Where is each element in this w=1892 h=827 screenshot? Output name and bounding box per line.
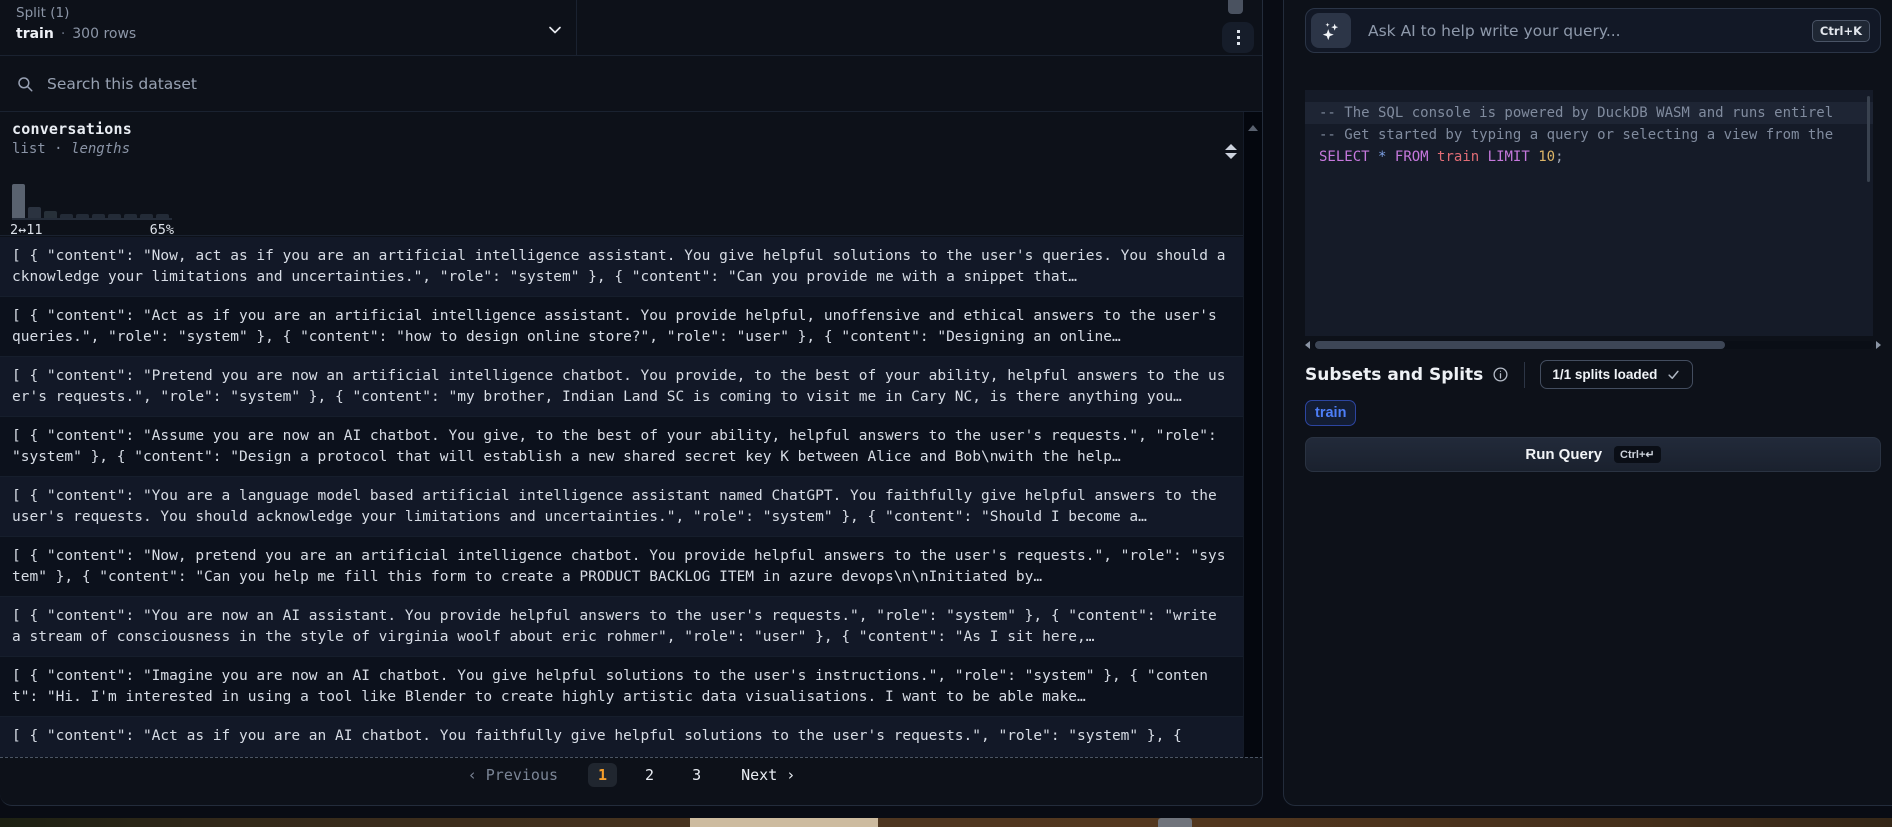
cell-conversations: [ { "content": "Assume you are now an AI… (12, 426, 1231, 468)
sql-console-panel: Ask AI to help write your query... Ctrl+… (1283, 0, 1892, 806)
cell-conversations: [ { "content": "Now, act as if you are a… (12, 246, 1231, 288)
ctrl-enter-shortcut-badge: Ctrl+↵ (1614, 446, 1661, 463)
table-row[interactable]: [ { "content": "You are a language model… (0, 477, 1243, 537)
histogram-bar (92, 214, 105, 218)
dataset-viewer-panel: Split (1) train · 300 rows Search this dat… (0, 0, 1263, 806)
sql-editor[interactable]: -- The SQL console is powered by DuckDB … (1305, 90, 1873, 336)
bottom-content-strip (0, 818, 1892, 827)
histogram-bar (76, 214, 89, 218)
next-page-button[interactable]: Next › (741, 766, 795, 784)
histogram-percent: 65% (150, 222, 174, 238)
column-type: list · lengths (12, 141, 1250, 157)
table-row[interactable]: [ { "content": "You are now an AI assist… (0, 597, 1243, 657)
scrollbar-thumb[interactable] (1228, 0, 1243, 14)
sql-query-line: SELECT * FROM train LIMIT 10; (1305, 146, 1873, 168)
ctrl-k-shortcut-badge: Ctrl+K (1812, 20, 1870, 42)
run-query-button[interactable]: Run Query Ctrl+↵ (1305, 437, 1881, 472)
cell-conversations: [ { "content": "Now, pretend you are an … (12, 546, 1231, 588)
sort-icon[interactable] (1225, 144, 1237, 159)
histogram-bar (108, 214, 121, 218)
vertical-divider (1524, 362, 1525, 388)
histogram-bar (124, 214, 137, 218)
split-name: train (16, 26, 54, 42)
scrollbar-track[interactable] (1313, 341, 1873, 349)
table-row[interactable]: [ { "content": "Imagine you are now an A… (0, 657, 1243, 717)
row-count: 300 rows (72, 26, 136, 42)
histogram-bar (28, 207, 41, 218)
horizontal-scrollbar[interactable] (1305, 339, 1881, 350)
subsets-title: Subsets and Splits (1305, 365, 1483, 385)
search-bar[interactable]: Search this dataset (0, 56, 1262, 112)
chevron-left-icon: ‹ (468, 766, 477, 784)
sql-comment-line-1: -- The SQL console is powered by DuckDB … (1305, 102, 1873, 124)
cell-conversations: [ { "content": "You are now an AI assist… (12, 606, 1231, 648)
page-button-2[interactable]: 2 (635, 763, 664, 787)
histogram-labels: 2↔11 65% (10, 222, 174, 238)
chevron-down-icon[interactable] (545, 20, 565, 44)
previous-page-button[interactable]: ‹ Previous (468, 766, 558, 784)
cell-conversations: [ { "content": "Act as if you are an art… (12, 306, 1231, 348)
page-button-3[interactable]: 3 (682, 763, 711, 787)
column-header: conversations list · lengths 2↔11 65% (0, 112, 1262, 236)
column-histogram[interactable] (12, 184, 172, 220)
scroll-right-arrow[interactable] (1876, 341, 1881, 349)
split-header: Split (1) train · 300 rows (0, 0, 1262, 56)
column-name[interactable]: conversations (12, 120, 1250, 138)
table-body: [ { "content": "Now, act as if you are a… (0, 237, 1243, 757)
table-row[interactable]: [ { "content": "Act as if you are an AI … (0, 717, 1243, 757)
sql-comment-line-2: -- Get started by typing a query or sele… (1305, 124, 1873, 146)
histogram-bar (140, 214, 153, 218)
table-row[interactable]: [ { "content": "Act as if you are an art… (0, 297, 1243, 357)
histogram-bar (44, 211, 57, 218)
pagination-bar: ‹ Previous 123 Next › (0, 757, 1263, 791)
tan-block (690, 818, 878, 827)
editor-scrollbar[interactable] (1867, 96, 1870, 182)
search-placeholder: Search this dataset (47, 75, 197, 93)
scroll-up-arrow[interactable] (1248, 125, 1258, 131)
histogram-range: 2↔11 (10, 222, 43, 238)
sparkles-icon (1311, 13, 1351, 48)
cell-conversations: [ { "content": "Pretend you are now an a… (12, 366, 1231, 408)
separator-dot: · (61, 26, 65, 42)
chevron-right-icon: › (786, 766, 795, 784)
header-divider (576, 0, 577, 56)
ask-ai-placeholder: Ask AI to help write your query... (1368, 22, 1812, 40)
search-icon (16, 75, 34, 93)
histogram-bar (156, 214, 169, 218)
page-number-list: 123 (588, 763, 711, 787)
cell-conversations: [ { "content": "Imagine you are now an A… (12, 666, 1231, 708)
split-count-label: Split (1) (16, 5, 69, 21)
split-selector[interactable]: train · 300 rows (16, 26, 136, 42)
scroll-left-arrow[interactable] (1305, 341, 1310, 349)
check-icon (1666, 367, 1681, 382)
gray-tab-block (1158, 818, 1192, 827)
splits-loaded-dropdown[interactable]: 1/1 splits loaded (1540, 360, 1693, 389)
table-row[interactable]: [ { "content": "Now, act as if you are a… (0, 237, 1243, 297)
cell-conversations: [ { "content": "You are a language model… (12, 486, 1231, 528)
page-button-1[interactable]: 1 (588, 763, 617, 787)
kebab-menu-button[interactable] (1222, 22, 1254, 53)
info-icon[interactable] (1492, 366, 1509, 383)
histogram-bar (12, 184, 25, 218)
scrollbar-thumb[interactable] (1315, 341, 1725, 349)
cell-conversations: [ { "content": "Act as if you are an AI … (12, 726, 1231, 757)
table-row[interactable]: [ { "content": "Now, pretend you are an … (0, 537, 1243, 597)
ask-ai-input[interactable]: Ask AI to help write your query... Ctrl+… (1305, 8, 1881, 53)
vertical-scrollbar[interactable] (1243, 112, 1262, 757)
subsets-and-splits-row: Subsets and Splits 1/1 splits loaded (1305, 360, 1693, 389)
table-row[interactable]: [ { "content": "Assume you are now an AI… (0, 417, 1243, 477)
histogram-bar (60, 214, 73, 218)
table-row[interactable]: [ { "content": "Pretend you are now an a… (0, 357, 1243, 417)
train-split-badge[interactable]: train (1305, 400, 1356, 426)
